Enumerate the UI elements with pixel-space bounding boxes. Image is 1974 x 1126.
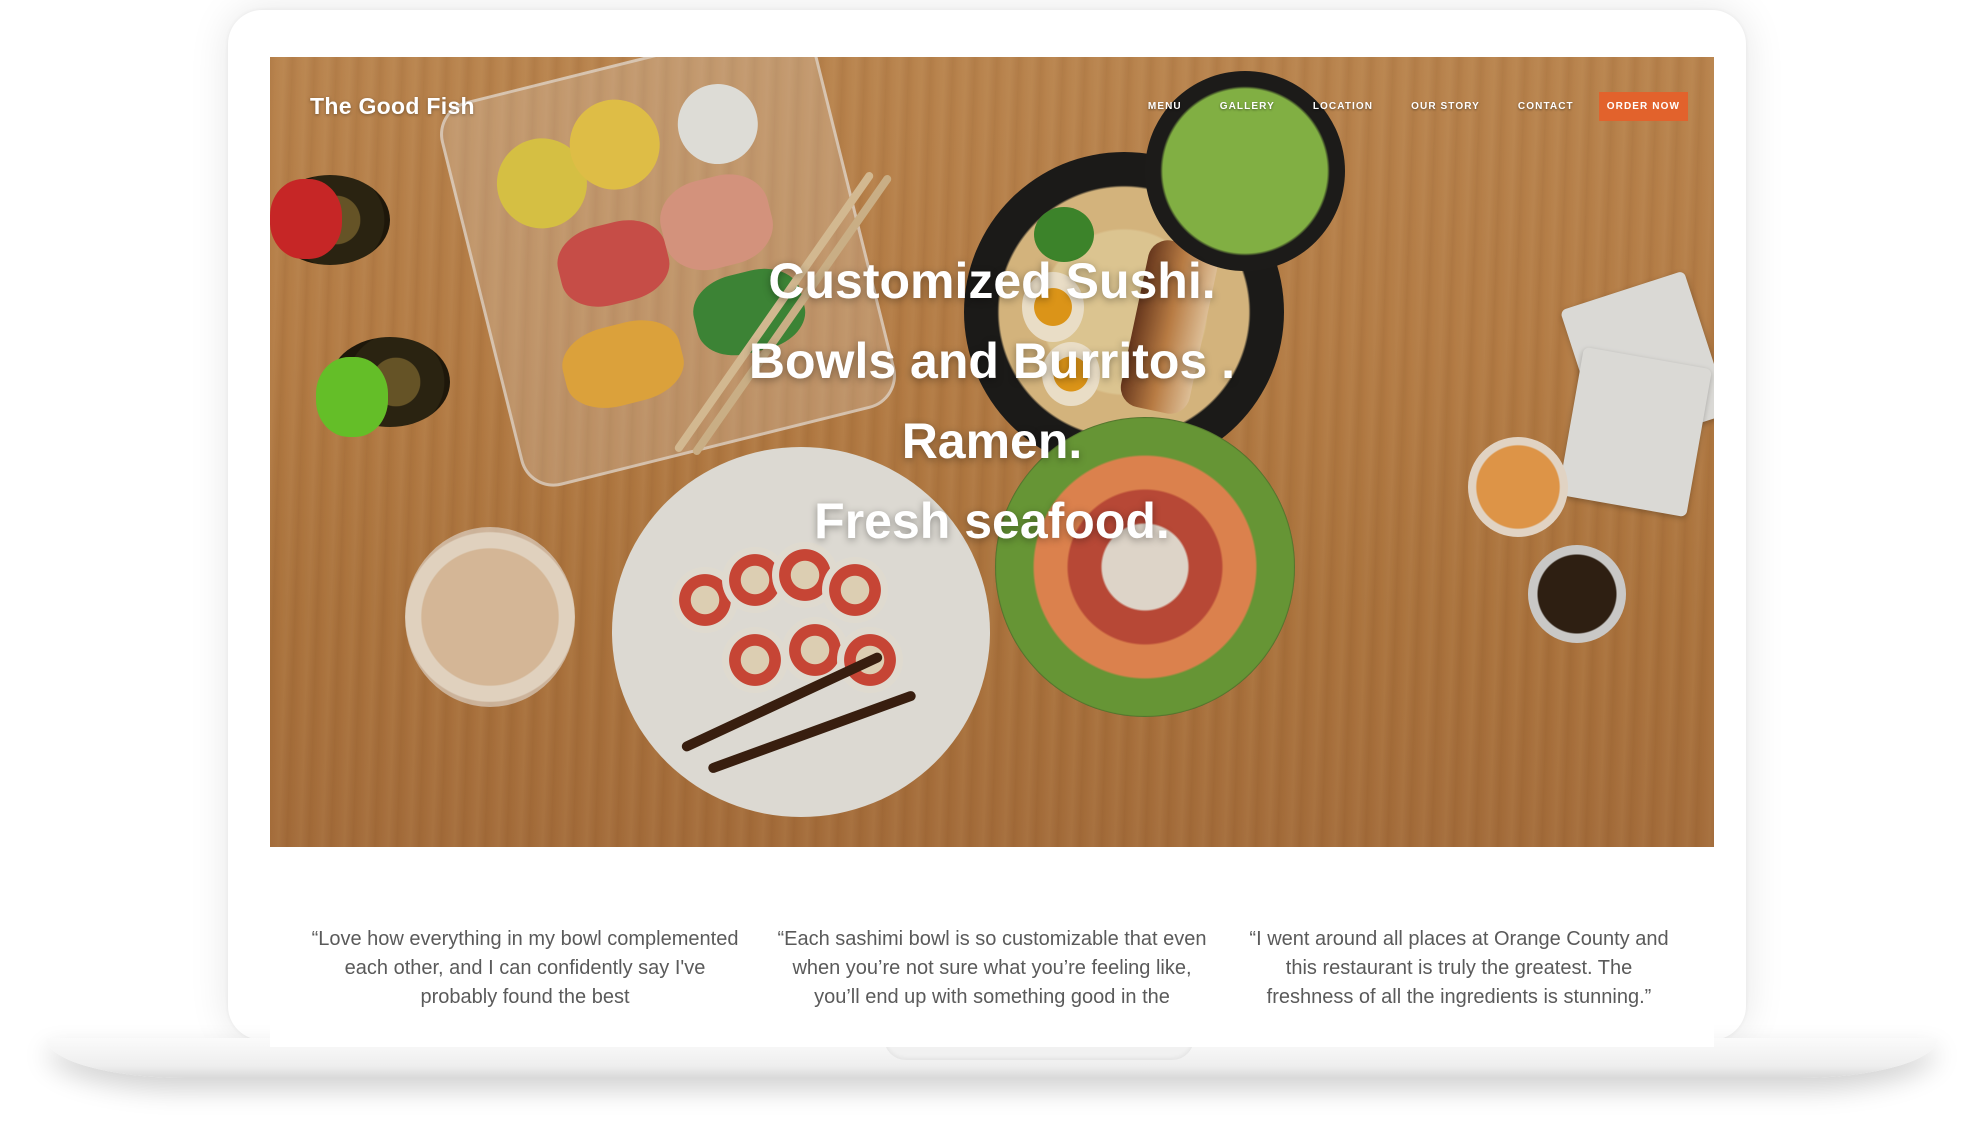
hero-line: Fresh seafood. — [814, 493, 1170, 549]
testimonial-quote: “Love how everything in my bowl compleme… — [311, 928, 739, 1008]
hero-line: Ramen. — [901, 413, 1083, 469]
hero-line: Bowls and Burritos . — [748, 333, 1236, 389]
nav-contact[interactable]: CONTACT — [1499, 93, 1593, 120]
hero-headline: Customized Sushi. Bowls and Burritos . R… — [270, 241, 1714, 561]
main-nav: MENU GALLERY LOCATION OUR STORY CONTACT … — [1129, 92, 1688, 121]
hero-section: The Good Fish MENU GALLERY LOCATION OUR … — [270, 57, 1714, 847]
nav-location[interactable]: LOCATION — [1294, 93, 1392, 120]
nav-gallery[interactable]: GALLERY — [1201, 93, 1294, 120]
order-now-button[interactable]: ORDER NOW — [1598, 92, 1688, 121]
nav-our-story[interactable]: OUR STORY — [1392, 93, 1499, 120]
testimonials-section: “Love how everything in my bowl compleme… — [270, 925, 1714, 1012]
testimonial-quote: “I went around all places at Orange Coun… — [1249, 928, 1669, 1008]
nav-menu[interactable]: MENU — [1129, 93, 1201, 120]
hero-line: Customized Sushi. — [768, 253, 1216, 309]
site-logo[interactable]: The Good Fish — [310, 93, 475, 120]
testimonial-quote: “Each sashimi bowl is so customizable th… — [777, 928, 1207, 1008]
laptop-screen: The Good Fish MENU GALLERY LOCATION OUR … — [270, 57, 1714, 1047]
laptop-mockup: The Good Fish MENU GALLERY LOCATION OUR … — [0, 0, 1974, 1126]
